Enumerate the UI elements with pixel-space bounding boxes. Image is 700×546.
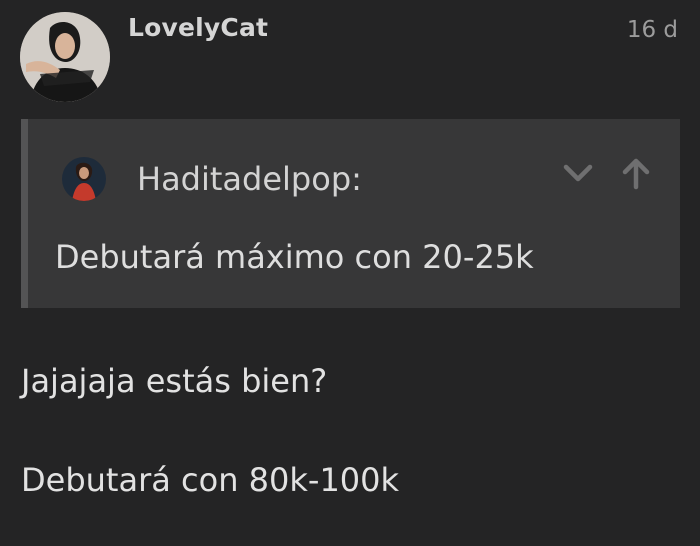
red-dress-woman-avatar-icon [62, 157, 106, 201]
quote-text: Debutará máximo con 20-25k [55, 238, 534, 276]
quote-controls [558, 153, 656, 193]
quote-author-avatar[interactable] [62, 157, 106, 201]
quote-block: Haditadelpop: Debutará máximo con 20-25k [21, 119, 680, 308]
post-body-line: Debutará con 80k-100k [21, 461, 400, 499]
forum-post: LovelyCat 16 d Haditadelpop: Debutará má… [0, 0, 700, 546]
woman-portrait-avatar-icon [20, 12, 110, 102]
post-timestamp[interactable]: 16 d [627, 17, 678, 43]
quote-author-name[interactable]: Haditadelpop: [137, 160, 362, 198]
arrow-up-icon[interactable] [616, 153, 656, 193]
post-body-line: Jajajaja estás bien? [21, 362, 328, 400]
author-avatar[interactable] [20, 12, 110, 102]
chevron-down-icon[interactable] [558, 153, 598, 193]
author-username[interactable]: LovelyCat [128, 13, 268, 42]
